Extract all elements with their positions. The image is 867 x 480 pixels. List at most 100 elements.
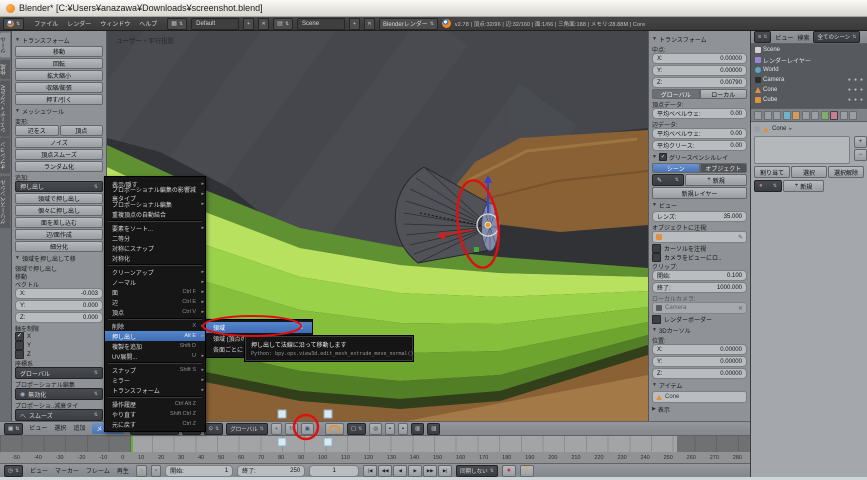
layer-toggle-2[interactable]: ▪ (398, 423, 408, 435)
layer-toggle-1[interactable]: ▪ (385, 423, 395, 435)
shelf-tab[interactable]: 作成 (0, 60, 10, 79)
axis-checkbox[interactable]: ✓ (15, 332, 24, 341)
pivot-select[interactable]: ⊙⇅ (204, 423, 223, 435)
renderability-camera-icon[interactable]: ● (860, 87, 863, 93)
frame-end-field[interactable]: 終了:250 (237, 465, 305, 477)
layout-close-button[interactable]: ✕ (258, 18, 269, 30)
sync-select[interactable]: 同期しない⇅ (456, 465, 498, 477)
add-tool-button[interactable]: 領域で押し出し (15, 193, 103, 204)
timeline-menu-item[interactable]: フレーム (86, 466, 110, 475)
add-tool-button[interactable]: 辺/面作成 (15, 229, 103, 240)
properties-tab-icon[interactable] (783, 111, 791, 120)
title-bar[interactable]: Blender* [C:¥Users¥anazawa¥Downloads¥scr… (0, 0, 867, 17)
screen-layout-icon[interactable]: ▦⇅ (167, 18, 187, 30)
cursor-location-field[interactable]: Y:0.00000 (652, 356, 747, 367)
material-new-button[interactable]: +新規 (783, 180, 824, 192)
viewport-menu-item[interactable]: ビュー (29, 423, 47, 434)
outliner-item[interactable]: Scene ●●● (751, 45, 867, 55)
edge-data-field[interactable]: 平均クリース:0.00 (652, 140, 747, 151)
deform-tool-button[interactable]: ランダム化 (15, 161, 103, 172)
properties-tab-icon[interactable] (802, 111, 810, 120)
view-panel-header[interactable]: ▼ビュー (652, 200, 747, 210)
select-button[interactable]: 選択 (791, 166, 827, 178)
playback-button[interactable]: ◀◀ (378, 465, 392, 477)
preview-range-toggle[interactable]: ◔ (136, 465, 147, 477)
slide-tool-button[interactable]: 辺をス (15, 125, 59, 136)
transform-tool-button[interactable]: 拡大縮小 (15, 70, 103, 81)
add-tool-button[interactable]: 面を差し込む (15, 217, 103, 228)
viewport-menu-item[interactable]: 選択 (54, 423, 66, 434)
context-menu-item[interactable]: 削除 X (105, 321, 205, 331)
context-menu-item[interactable]: 頂点 Ctrl V (105, 307, 205, 317)
orientation-select[interactable]: グローバル⇅ (15, 367, 103, 379)
axis-checkbox[interactable] (15, 341, 24, 350)
menu-item[interactable]: ヘルプ (139, 19, 157, 28)
local-camera-field[interactable]: Camera✕ (652, 302, 747, 314)
visibility-eye-icon[interactable]: ● (848, 87, 851, 93)
proportional-select[interactable]: ◉無効化⇅ (15, 388, 103, 400)
playback-button[interactable]: ◀ (393, 465, 407, 477)
outliner-search-menu[interactable]: 検索 (797, 33, 809, 42)
timeline-track[interactable] (0, 436, 750, 453)
axis-checkbox-row[interactable]: Y (15, 341, 103, 350)
slot-add-button[interactable]: + (854, 136, 867, 148)
manipulator-translate-icon[interactable]: + (271, 423, 282, 435)
layout-add-button[interactable]: + (243, 18, 254, 30)
material-slot-list[interactable] (754, 136, 850, 164)
selectability-arrow-icon[interactable]: ● (854, 77, 857, 83)
global-local-toggle[interactable]: グローバル ローカル (652, 89, 747, 99)
proportional-edit-toggle[interactable]: ◎ (369, 423, 382, 435)
transform-tool-button[interactable]: 移動 (15, 46, 103, 57)
shelf-tab[interactable]: ツール (0, 33, 10, 58)
context-menu-item[interactable]: 複製を追加 Shift D (105, 341, 205, 351)
menu-item[interactable]: レンダー (67, 19, 91, 28)
mesh-tools-panel-header[interactable]: ▼メッシュツール (15, 106, 103, 116)
shelf-tab[interactable]: シェーディング/UV (0, 81, 10, 137)
context-menu-item[interactable]: 辺 Ctrl E (105, 297, 205, 307)
context-menu-item[interactable]: 要素をソート... (105, 223, 205, 233)
playback-button[interactable]: ▶ (408, 465, 422, 477)
current-frame-field[interactable]: 1 (309, 465, 359, 477)
cursor-location-field[interactable]: X:0.00000 (652, 344, 747, 355)
renderability-camera-icon[interactable]: ● (860, 97, 863, 103)
lens-field[interactable]: レンズ:35.000 (652, 211, 747, 222)
cursor-panel-header[interactable]: ▼3Dカーソル (652, 325, 747, 335)
properties-tab-icon[interactable] (830, 111, 838, 120)
viewport-menu-item[interactable]: 追加 (73, 423, 85, 434)
transform-tool-button[interactable]: 収縮/膨張 (15, 82, 103, 93)
vector-field[interactable]: Y:0.000 (15, 300, 103, 311)
clip-field[interactable]: 終了:1000.000 (652, 282, 747, 293)
outliner-item[interactable]: Cube ●●● (751, 95, 867, 105)
properties-tab-icon[interactable] (754, 111, 762, 120)
manipulator-rotate-icon[interactable]: ↻ (285, 423, 298, 435)
outliner-item[interactable]: Cone ●●● (751, 85, 867, 95)
properties-tab-icon[interactable] (811, 111, 819, 120)
context-menu-item[interactable]: トランスフォーム (105, 385, 205, 395)
context-menu-item[interactable]: 二等分 (105, 233, 205, 243)
visibility-eye-icon[interactable]: ● (848, 77, 851, 83)
playback-button[interactable]: |◀ (363, 465, 377, 477)
frame-lock-toggle[interactable]: ▫ (151, 465, 161, 477)
context-menu-item[interactable]: ミラー (105, 375, 205, 385)
grease-pencil-header[interactable]: ▼✓グリースペンシルレイ (652, 152, 747, 162)
scene-browse-icon[interactable]: ▤⇅ (273, 18, 293, 30)
npanel-transform-header[interactable]: ▼トランスフォーム (652, 34, 747, 44)
current-frame-cursor[interactable] (131, 436, 133, 452)
render-border-checkbox[interactable] (652, 315, 661, 324)
properties-tab-icon[interactable] (792, 111, 800, 120)
median-field[interactable]: Y:0.00000 (652, 65, 747, 76)
lock-cursor-row[interactable]: カーソルを注視 (652, 244, 747, 253)
properties-tab-icon[interactable] (849, 111, 857, 120)
transform-tool-button[interactable]: 回転 (15, 58, 103, 69)
frame-start-field[interactable]: 開始:1 (165, 465, 233, 477)
properties-tab-icon[interactable] (773, 111, 781, 120)
keying-set-button[interactable]: ⚿ (520, 465, 534, 477)
timeline-menu-item[interactable]: マーカー (55, 466, 79, 475)
operator-panel-header[interactable]: ▼領域を押し出して移 (15, 253, 103, 263)
context-menu-item[interactable]: スナップ Shift S (105, 365, 205, 375)
outliner-editor-type-button[interactable]: ≡⇅ (754, 31, 771, 43)
timeline-editor-type-button[interactable]: ◷⇅ (4, 465, 23, 477)
scene-add-button[interactable]: + (349, 18, 360, 30)
bevel-weight-field[interactable]: 平均ベベルウェ:0.00 (652, 108, 747, 119)
renderability-camera-icon[interactable]: ● (860, 77, 863, 83)
